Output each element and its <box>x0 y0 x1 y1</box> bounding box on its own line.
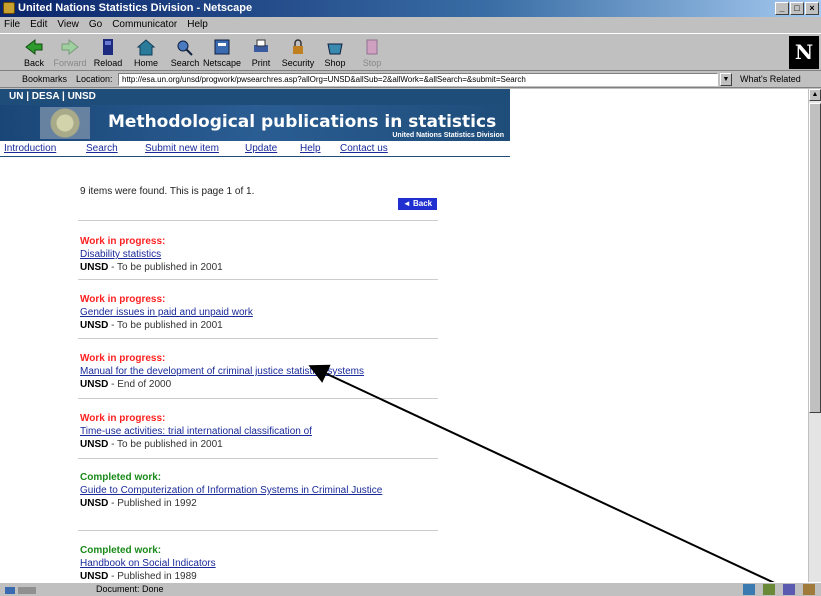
un-emblem-icon <box>40 107 90 139</box>
netscape-app-icon <box>3 2 15 14</box>
nav-submit-new-item[interactable]: Submit new item <box>145 143 219 154</box>
lock-icon <box>293 39 303 54</box>
item-meta: UNSD - To be published in 2001 <box>80 320 223 331</box>
status-bar: Document: Done <box>0 582 821 596</box>
divider <box>78 530 438 531</box>
scroll-up-icon[interactable]: ▲ <box>809 89 821 101</box>
un-top-nav[interactable]: UN | DESA | UNSD <box>0 89 510 105</box>
mail-icon[interactable] <box>763 584 775 595</box>
site-banner: Methodological publications in statistic… <box>0 105 510 141</box>
result-item: Work in progress: Disability statistics … <box>80 235 440 274</box>
page-title: Methodological publications in statistic… <box>108 112 497 132</box>
item-status: Work in progress: <box>80 294 166 305</box>
menu-bar: File Edit View Go Communicator Help <box>0 17 821 33</box>
result-item: Work in progress: Time-use activities: t… <box>80 412 440 451</box>
item-title-link[interactable]: Disability statistics <box>80 248 440 261</box>
item-status: Completed work: <box>80 472 162 483</box>
divider <box>78 279 438 280</box>
item-meta: UNSD - To be published in 2001 <box>80 439 223 450</box>
nav-update[interactable]: Update <box>245 143 277 154</box>
scroll-thumb[interactable] <box>809 103 821 413</box>
composer-icon[interactable] <box>803 584 815 595</box>
item-title-link[interactable]: Handbook on Social Indicators <box>80 557 440 570</box>
shop-icon <box>327 43 343 55</box>
vertical-scrollbar[interactable]: ▲ <box>808 89 821 582</box>
home-button[interactable]: Home <box>126 36 166 70</box>
divider <box>78 338 438 339</box>
close-button[interactable]: × <box>805 2 819 15</box>
security-button[interactable]: Security <box>278 36 318 70</box>
netscape-icon <box>214 39 230 55</box>
discussion-icon[interactable] <box>783 584 795 595</box>
location-label: Location: <box>76 74 113 84</box>
nav-help[interactable]: Help <box>300 143 321 154</box>
back-arrow-icon <box>25 38 43 56</box>
item-status: Completed work: <box>80 545 162 556</box>
item-status: Work in progress: <box>80 353 166 364</box>
back-page-button[interactable]: ◄ Back <box>398 198 437 210</box>
location-bar: Bookmarks Location: http://esa.un.org/un… <box>0 71 821 88</box>
item-title-link[interactable]: Guide to Computerization of Information … <box>80 484 410 497</box>
window-title: United Nations Statistics Division - Net… <box>18 2 253 14</box>
window-controls: _ □ × <box>775 2 819 15</box>
component-bar <box>743 584 815 595</box>
stop-icon <box>366 39 378 55</box>
print-button[interactable]: Print <box>241 36 281 70</box>
item-meta: UNSD - Published in 1989 <box>80 571 197 582</box>
results-count: 9 items were found. This is page 1 of 1. <box>80 186 255 197</box>
divider <box>78 398 438 399</box>
result-item: Completed work: Guide to Computerization… <box>80 471 440 510</box>
item-title-link[interactable]: Time-use activities: trial international… <box>80 425 440 438</box>
url-dropdown-button[interactable]: ▼ <box>720 73 732 86</box>
nav-contact-us[interactable]: Contact us <box>340 143 388 154</box>
divider <box>78 458 438 459</box>
menu-go[interactable]: Go <box>89 17 102 33</box>
result-item: Completed work: Handbook on Social Indic… <box>80 544 440 582</box>
back-button[interactable]: Back <box>14 36 54 70</box>
navigator-icon[interactable] <box>743 584 755 595</box>
netscape-button[interactable]: Netscape <box>202 36 242 70</box>
print-icon <box>254 39 268 52</box>
nav-search[interactable]: Search <box>86 143 118 154</box>
menu-edit[interactable]: Edit <box>30 17 47 33</box>
menu-view[interactable]: View <box>57 17 79 33</box>
url-field[interactable]: http://esa.un.org/unsd/progwork/pwsearch… <box>118 73 718 86</box>
search-button[interactable]: Search <box>165 36 205 70</box>
search-icon <box>177 40 193 56</box>
page-content: UN | DESA | UNSD Methodological publicat… <box>0 89 808 582</box>
menu-file[interactable]: File <box>4 17 20 33</box>
status-text: Document: Done <box>96 584 164 594</box>
page-subtitle: United Nations Statistics Division <box>392 132 504 139</box>
menu-help[interactable]: Help <box>187 17 208 33</box>
item-status: Work in progress: <box>80 413 166 424</box>
forward-button[interactable]: Forward <box>50 36 90 70</box>
divider <box>78 220 438 221</box>
reload-button[interactable]: Reload <box>88 36 128 70</box>
navigation-toolbar: Back Forward Reload Home Search Netscape… <box>0 33 821 71</box>
item-title-link[interactable]: Gender issues in paid and unpaid work <box>80 306 440 319</box>
whats-related-button[interactable]: What's Related <box>740 71 801 88</box>
security-status-icon <box>5 587 36 594</box>
reload-icon <box>103 39 113 55</box>
item-meta: UNSD - To be published in 2001 <box>80 262 223 273</box>
maximize-button[interactable]: □ <box>790 2 804 15</box>
home-icon <box>136 39 156 56</box>
item-status: Work in progress: <box>80 236 166 247</box>
menu-communicator[interactable]: Communicator <box>112 17 177 33</box>
stop-button[interactable]: Stop <box>352 36 392 70</box>
netscape-logo[interactable]: N <box>789 36 819 69</box>
site-nav: Introduction Search Submit new item Upda… <box>0 141 510 157</box>
nav-introduction[interactable]: Introduction <box>4 143 56 154</box>
bookmarks-button[interactable]: Bookmarks <box>22 71 67 88</box>
result-item: Work in progress: Gender issues in paid … <box>80 293 440 332</box>
minimize-button[interactable]: _ <box>775 2 789 15</box>
result-item: Work in progress: Manual for the develop… <box>80 352 440 391</box>
forward-arrow-icon <box>61 38 79 56</box>
item-meta: UNSD - Published in 1992 <box>80 498 197 509</box>
item-meta: UNSD - End of 2000 <box>80 379 172 390</box>
window-titlebar: United Nations Statistics Division - Net… <box>0 0 821 17</box>
item-title-link[interactable]: Manual for the development of criminal j… <box>80 365 440 378</box>
shop-button[interactable]: Shop <box>315 36 355 70</box>
